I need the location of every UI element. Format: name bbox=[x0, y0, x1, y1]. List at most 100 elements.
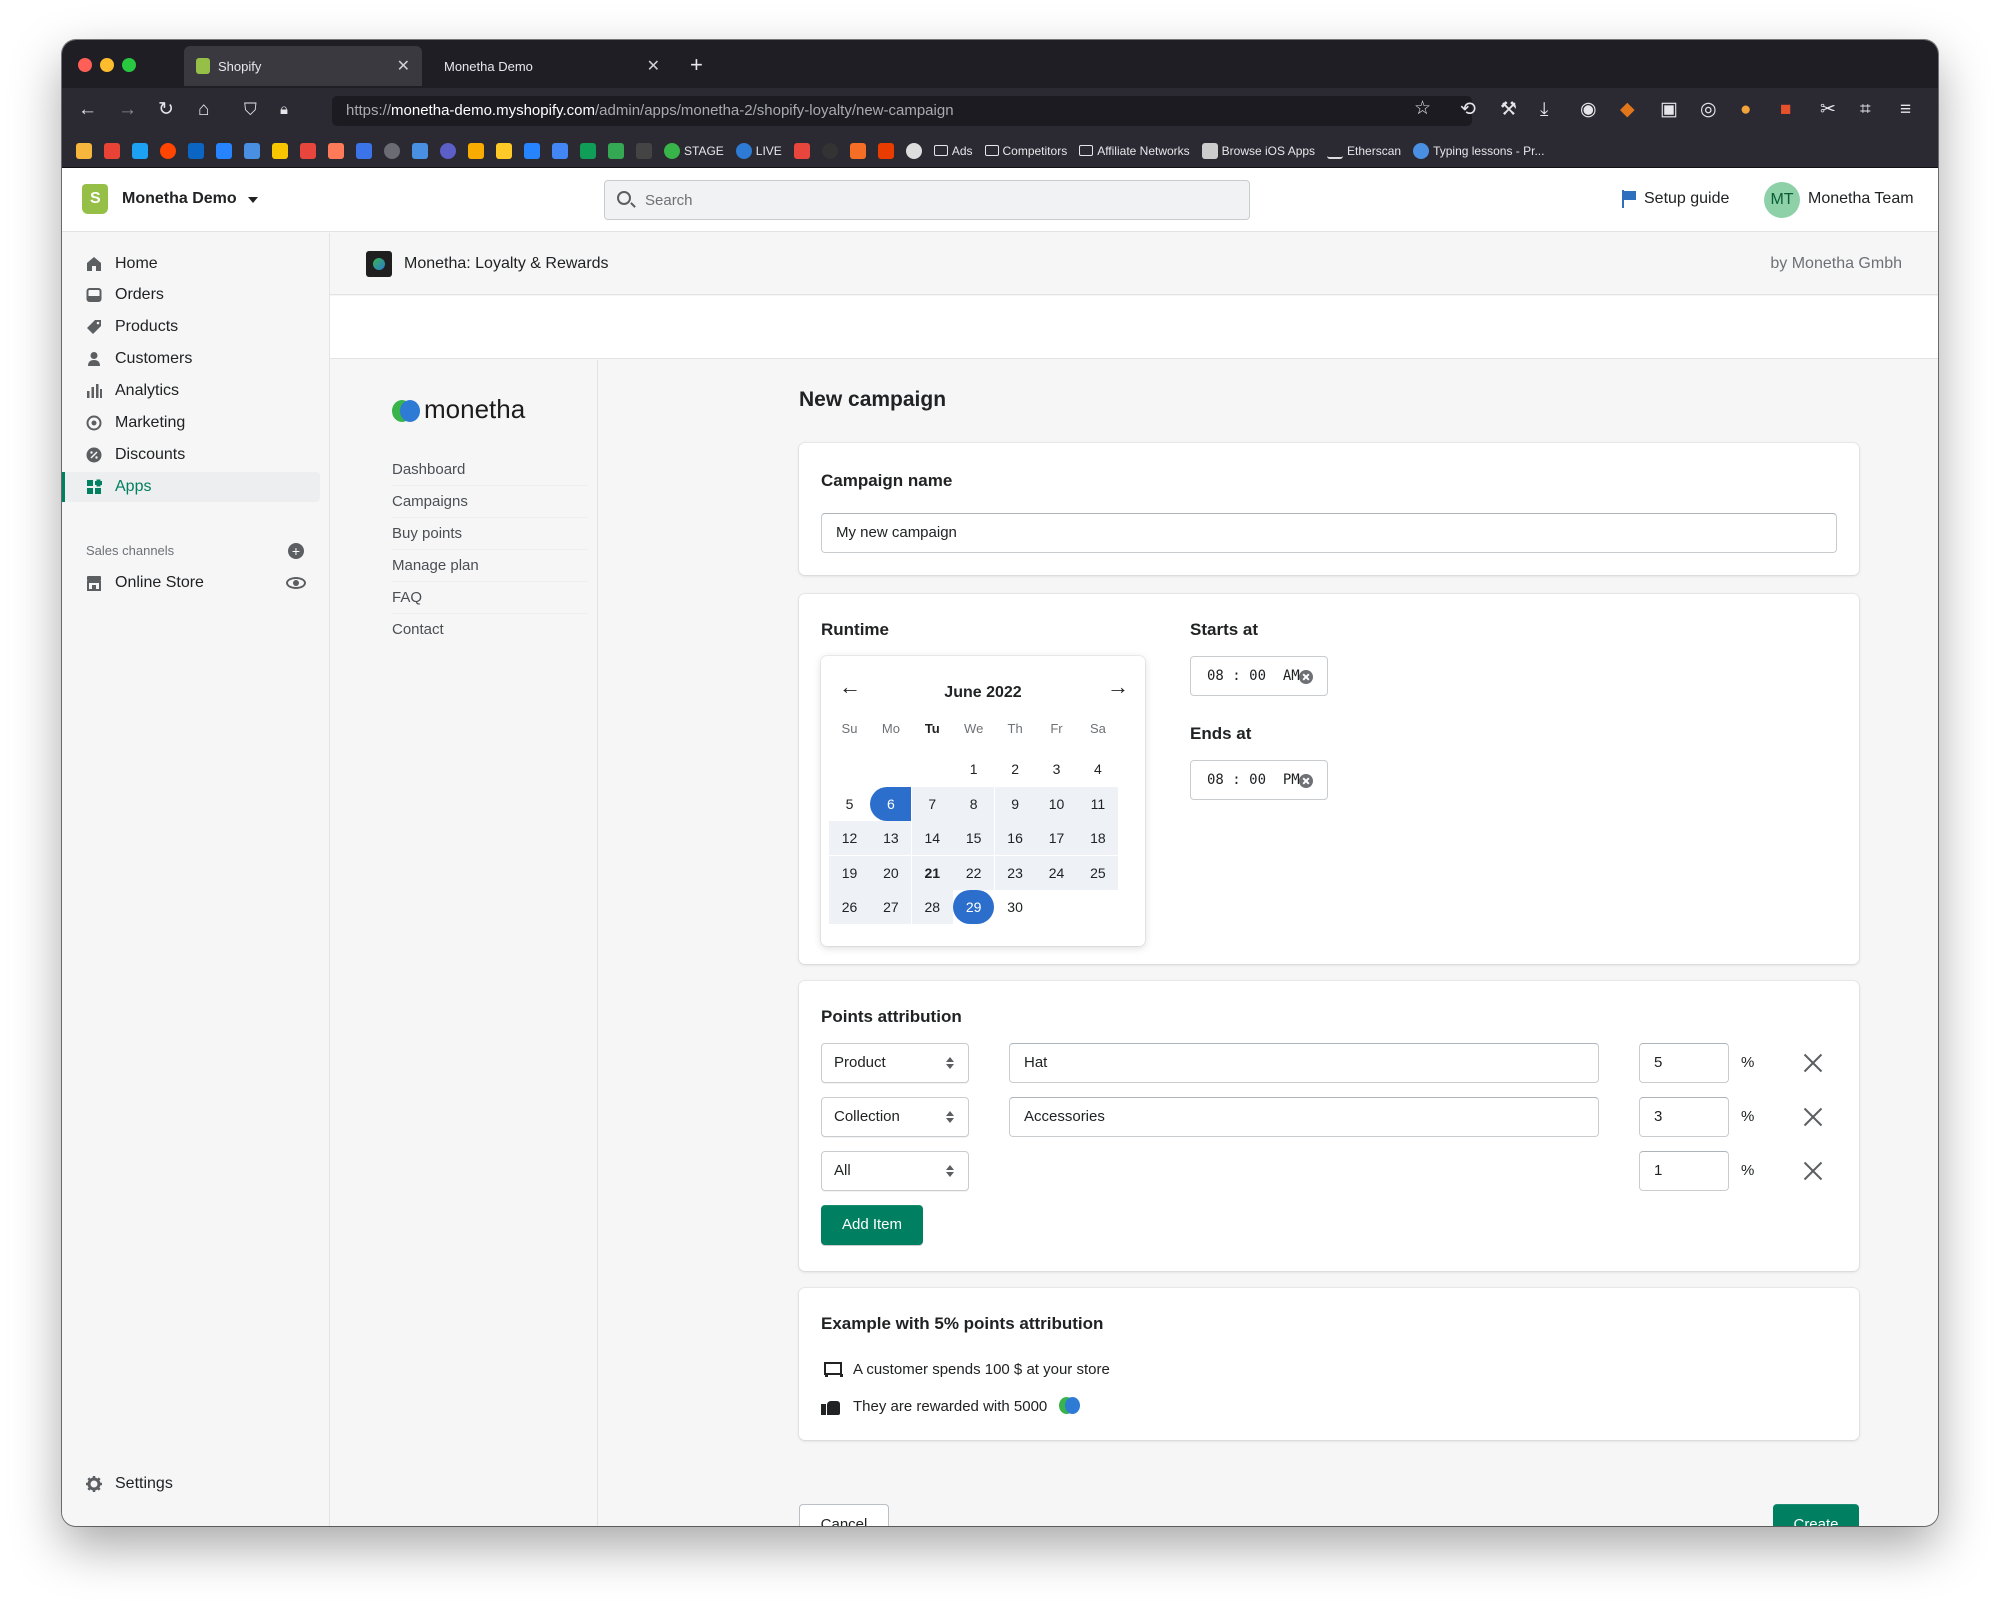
minimize-window-button[interactable] bbox=[100, 58, 114, 72]
gmail-icon[interactable] bbox=[104, 142, 120, 159]
bookmark-icon[interactable] bbox=[76, 142, 92, 159]
bookmark-icon[interactable] bbox=[793, 142, 810, 159]
office-icon[interactable] bbox=[877, 142, 894, 159]
bookmark-affiliate-networks[interactable]: Affiliate Networks bbox=[1079, 144, 1190, 158]
bookmark-icon[interactable] bbox=[244, 142, 260, 159]
lock-icon[interactable]: 🔒︎ bbox=[280, 100, 288, 120]
add-item-button[interactable]: Add Item bbox=[821, 1205, 923, 1245]
sidebar-item-marketing[interactable]: Marketing bbox=[62, 408, 320, 438]
monetha-nav-manage-plan[interactable]: Manage plan bbox=[392, 550, 588, 582]
calendar-day[interactable]: 27 bbox=[870, 890, 912, 924]
monetha-nav-buy-points[interactable]: Buy points bbox=[392, 518, 588, 550]
back-icon[interactable]: ← bbox=[78, 100, 97, 120]
attribution-type-select[interactable]: Collection bbox=[821, 1097, 969, 1137]
monetha-nav-dashboard[interactable]: Dashboard bbox=[392, 454, 588, 486]
monetha-nav-faq[interactable]: FAQ bbox=[392, 582, 588, 614]
calendar-day[interactable]: 26 bbox=[829, 890, 870, 924]
bookmark-icon[interactable] bbox=[849, 142, 866, 159]
bookmark-icon[interactable] bbox=[552, 142, 568, 159]
apple-icon[interactable] bbox=[384, 142, 400, 159]
calendar-day[interactable]: 7 bbox=[911, 786, 953, 821]
ends-at-time-input[interactable]: 08 : 00 PM bbox=[1190, 760, 1328, 800]
calendar-day[interactable]: 23 bbox=[994, 855, 1036, 890]
calendar-day[interactable]: 1 bbox=[953, 752, 994, 786]
sidebar-item-orders[interactable]: Orders bbox=[62, 280, 320, 310]
twitter-icon[interactable] bbox=[132, 142, 148, 159]
browser-tab-monetha-demo[interactable]: Monetha Demo ✕ bbox=[432, 46, 672, 86]
hubspot-icon[interactable] bbox=[328, 142, 344, 159]
calendar-day[interactable]: 8 bbox=[953, 786, 995, 821]
create-button[interactable]: Create bbox=[1773, 1504, 1859, 1526]
remove-row-close-icon[interactable] bbox=[1803, 1053, 1823, 1073]
bookmark-icon[interactable] bbox=[356, 142, 372, 159]
calendar-day[interactable]: 16 bbox=[994, 821, 1036, 855]
calendar-day[interactable]: 9 bbox=[994, 786, 1036, 821]
new-tab-icon[interactable]: + bbox=[690, 52, 703, 78]
calendar-day[interactable]: 30 bbox=[995, 890, 1036, 924]
calendar-day[interactable]: 13 bbox=[870, 821, 912, 855]
bookmark-star-icon[interactable]: ☆ bbox=[1414, 99, 1431, 119]
extension-icon[interactable]: ✂ bbox=[1820, 100, 1836, 120]
bookmark-icon[interactable] bbox=[272, 142, 288, 159]
sidebar-item-products[interactable]: Products bbox=[62, 312, 320, 342]
sidebar-item-customers[interactable]: Customers bbox=[62, 344, 320, 374]
bookmark-icon[interactable] bbox=[821, 142, 838, 159]
analytics-icon[interactable] bbox=[468, 142, 484, 159]
download-icon[interactable]: ⤓ bbox=[1540, 100, 1548, 120]
home-icon[interactable]: ⌂ bbox=[198, 100, 209, 120]
bookmark-icon[interactable] bbox=[608, 142, 624, 159]
bookmark-ads[interactable]: Ads bbox=[933, 144, 973, 158]
bookmark-icon[interactable] bbox=[524, 142, 540, 159]
bookmark-icon[interactable] bbox=[905, 142, 922, 159]
close-tab-icon[interactable]: ✕ bbox=[647, 56, 660, 76]
calendar-day[interactable]: 5 bbox=[829, 787, 870, 821]
jira-icon[interactable] bbox=[216, 142, 232, 159]
sidebar-item-apps[interactable]: Apps bbox=[62, 472, 320, 502]
extension-icon[interactable]: ◉ bbox=[1580, 100, 1597, 120]
cancel-button[interactable]: Cancel bbox=[799, 1504, 889, 1526]
calendar-day[interactable]: 24 bbox=[1036, 855, 1077, 890]
url-bar[interactable]: https://monetha-demo.myshopify.com/admin… bbox=[332, 96, 1472, 126]
calendar-day[interactable]: 10 bbox=[1036, 786, 1077, 821]
attribution-percent-input[interactable]: 3 bbox=[1639, 1097, 1729, 1137]
extension-icon[interactable]: ▣ bbox=[1660, 100, 1678, 120]
bookmark-icon[interactable] bbox=[580, 142, 596, 159]
wrench-icon[interactable]: ⚒ bbox=[1500, 100, 1517, 120]
next-month-arrow-icon[interactable]: → bbox=[1107, 676, 1129, 698]
menu-icon[interactable]: ≡ bbox=[1900, 100, 1911, 120]
bookmark-icon[interactable] bbox=[636, 142, 652, 159]
bookmark-typing-lessons[interactable]: Typing lessons - Pr... bbox=[1413, 142, 1544, 159]
remove-row-close-icon[interactable] bbox=[1803, 1161, 1823, 1181]
extension-icon[interactable]: ■ bbox=[1780, 100, 1791, 120]
close-tab-icon[interactable]: ✕ bbox=[397, 56, 410, 76]
starts-at-time-input[interactable]: 08 : 00 AM bbox=[1190, 656, 1328, 696]
bookmark-competitors[interactable]: Competitors bbox=[984, 144, 1067, 158]
calendar-day[interactable]: 19 bbox=[829, 855, 870, 890]
bookmark-icon[interactable] bbox=[412, 142, 428, 159]
setup-guide-button[interactable]: Setup guide bbox=[1622, 190, 1729, 208]
calendar-day[interactable]: 25 bbox=[1077, 855, 1119, 890]
attribution-target-input[interactable]: Accessories bbox=[1009, 1097, 1599, 1137]
monetha-nav-contact[interactable]: Contact bbox=[392, 614, 588, 646]
close-window-button[interactable] bbox=[78, 58, 92, 72]
monetha-nav-campaigns[interactable]: Campaigns bbox=[392, 486, 588, 518]
bookmark-stage[interactable]: STAGE bbox=[664, 142, 724, 159]
chevron-down-icon[interactable] bbox=[248, 197, 258, 203]
store-switcher[interactable]: Monetha Demo bbox=[122, 190, 237, 208]
sidebar-item-home[interactable]: Home bbox=[62, 249, 320, 279]
avatar[interactable]: MT bbox=[1764, 182, 1800, 218]
calendar-day[interactable]: 20 bbox=[870, 855, 912, 890]
calendar-day[interactable]: 14 bbox=[911, 821, 953, 855]
campaign-name-input[interactable]: My new campaign bbox=[821, 513, 1837, 553]
sidebar-item-analytics[interactable]: Analytics bbox=[62, 376, 320, 406]
calendar-day[interactable]: 6 bbox=[870, 786, 912, 821]
clear-icon[interactable] bbox=[1299, 670, 1313, 684]
calendar-day[interactable]: 28 bbox=[911, 890, 953, 924]
sidebar-item-online-store[interactable]: Online Store bbox=[62, 568, 320, 598]
account-name[interactable]: Monetha Team bbox=[1808, 190, 1914, 208]
remove-row-close-icon[interactable] bbox=[1803, 1107, 1823, 1127]
metamask-icon[interactable]: ◆ bbox=[1620, 100, 1635, 120]
firebase-icon[interactable] bbox=[496, 142, 512, 159]
bookmark-live[interactable]: LIVE bbox=[735, 142, 782, 159]
attribution-percent-input[interactable]: 1 bbox=[1639, 1151, 1729, 1191]
